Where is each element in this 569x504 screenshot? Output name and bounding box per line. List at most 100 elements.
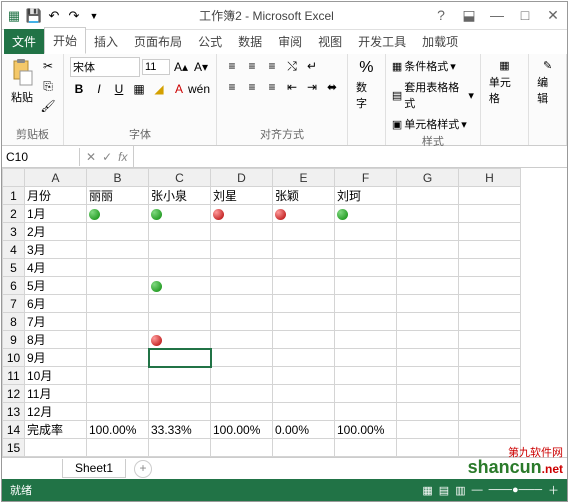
fill-color-icon[interactable]: ◢ xyxy=(150,80,168,98)
cell[interactable] xyxy=(459,205,521,223)
col-header[interactable]: G xyxy=(397,169,459,187)
view-break-icon[interactable]: ▥ xyxy=(455,484,465,497)
cell[interactable] xyxy=(397,241,459,259)
cell[interactable] xyxy=(397,385,459,403)
view-normal-icon[interactable]: ▦ xyxy=(422,484,432,497)
tab-file[interactable]: 文件 xyxy=(4,29,44,54)
cell[interactable] xyxy=(211,403,273,421)
cell[interactable] xyxy=(211,259,273,277)
cell[interactable]: 11月 xyxy=(25,385,87,403)
cell[interactable] xyxy=(335,367,397,385)
select-all-cell[interactable] xyxy=(3,169,25,187)
cell[interactable] xyxy=(211,223,273,241)
cell[interactable]: 33.33% xyxy=(149,421,211,439)
conditional-format-button[interactable]: ▦条件格式 ▾ xyxy=(392,57,456,75)
cell[interactable] xyxy=(273,349,335,367)
cell[interactable] xyxy=(211,205,273,223)
cell[interactable]: 0.00% xyxy=(273,421,335,439)
align-center-icon[interactable]: ≡ xyxy=(243,78,261,96)
cell[interactable] xyxy=(459,241,521,259)
tab-data[interactable]: 数据 xyxy=(230,29,270,54)
cell[interactable] xyxy=(273,385,335,403)
cell[interactable] xyxy=(335,295,397,313)
cell[interactable] xyxy=(459,457,521,458)
cell[interactable] xyxy=(211,457,273,458)
row-header[interactable]: 1 xyxy=(3,187,25,205)
cell[interactable] xyxy=(87,313,149,331)
cell[interactable] xyxy=(149,295,211,313)
paste-button[interactable]: 粘贴 xyxy=(8,57,36,107)
cell[interactable]: 完成率 xyxy=(25,421,87,439)
cell[interactable] xyxy=(459,385,521,403)
cell[interactable] xyxy=(273,277,335,295)
grow-font-icon[interactable]: A▴ xyxy=(172,58,190,76)
cell[interactable] xyxy=(459,295,521,313)
sheet-tab[interactable]: Sheet1 xyxy=(62,459,126,478)
col-header[interactable]: C xyxy=(149,169,211,187)
cell[interactable] xyxy=(459,403,521,421)
number-format-button[interactable]: % 数字 xyxy=(354,57,379,113)
cell[interactable] xyxy=(335,241,397,259)
cell[interactable] xyxy=(87,277,149,295)
shrink-font-icon[interactable]: A▾ xyxy=(192,58,210,76)
cells-button[interactable]: ▦单元格 xyxy=(487,57,522,108)
cell[interactable] xyxy=(87,259,149,277)
cell[interactable] xyxy=(87,385,149,403)
cell[interactable] xyxy=(149,331,211,349)
cell[interactable] xyxy=(459,439,521,457)
row-header[interactable]: 7 xyxy=(3,295,25,313)
name-box[interactable]: C10 xyxy=(2,148,80,166)
cell[interactable] xyxy=(273,223,335,241)
cell[interactable]: 刘珂 xyxy=(335,187,397,205)
formula-input[interactable] xyxy=(133,146,567,167)
row-header[interactable]: 9 xyxy=(3,331,25,349)
editing-button[interactable]: ✎编辑 xyxy=(535,57,560,108)
merge-icon[interactable]: ⬌ xyxy=(323,78,341,96)
cell[interactable] xyxy=(211,295,273,313)
cell[interactable]: 2月 xyxy=(25,223,87,241)
align-bot-icon[interactable]: ≡ xyxy=(263,57,281,75)
cell[interactable] xyxy=(25,457,87,458)
save-icon[interactable]: 💾 xyxy=(26,8,42,24)
undo-icon[interactable]: ↶ xyxy=(46,8,62,24)
font-size-select[interactable]: 11 xyxy=(142,59,170,75)
col-header[interactable]: D xyxy=(211,169,273,187)
cell[interactable] xyxy=(273,259,335,277)
tab-review[interactable]: 审阅 xyxy=(270,29,310,54)
row-header[interactable]: 13 xyxy=(3,403,25,421)
col-header[interactable]: A xyxy=(25,169,87,187)
align-right-icon[interactable]: ≡ xyxy=(263,78,281,96)
underline-button[interactable]: U xyxy=(110,80,128,98)
align-mid-icon[interactable]: ≡ xyxy=(243,57,261,75)
cell[interactable]: 100.00% xyxy=(211,421,273,439)
add-sheet-button[interactable]: + xyxy=(134,460,152,478)
cell[interactable] xyxy=(397,439,459,457)
row-header[interactable]: 11 xyxy=(3,367,25,385)
tab-layout[interactable]: 页面布局 xyxy=(126,29,190,54)
row-header[interactable]: 16 xyxy=(3,457,25,458)
cell[interactable] xyxy=(335,223,397,241)
cell[interactable] xyxy=(459,223,521,241)
row-header[interactable]: 6 xyxy=(3,277,25,295)
cell[interactable] xyxy=(87,223,149,241)
cell[interactable] xyxy=(211,331,273,349)
orientation-icon[interactable]: ⤭ xyxy=(283,57,301,75)
cancel-icon[interactable]: ✕ xyxy=(86,150,96,164)
row-header[interactable]: 5 xyxy=(3,259,25,277)
cell[interactable] xyxy=(273,313,335,331)
cell[interactable] xyxy=(397,313,459,331)
col-header[interactable]: E xyxy=(273,169,335,187)
cell[interactable] xyxy=(335,313,397,331)
cell[interactable]: 12月 xyxy=(25,403,87,421)
tab-insert[interactable]: 插入 xyxy=(86,29,126,54)
cell[interactable] xyxy=(273,241,335,259)
italic-button[interactable]: I xyxy=(90,80,108,98)
cell[interactable] xyxy=(459,349,521,367)
cell[interactable] xyxy=(87,205,149,223)
cell[interactable] xyxy=(273,205,335,223)
tab-home[interactable]: 开始 xyxy=(44,27,86,54)
cell[interactable] xyxy=(149,313,211,331)
cell[interactable] xyxy=(397,295,459,313)
cell[interactable] xyxy=(87,331,149,349)
cell[interactable] xyxy=(87,457,149,458)
